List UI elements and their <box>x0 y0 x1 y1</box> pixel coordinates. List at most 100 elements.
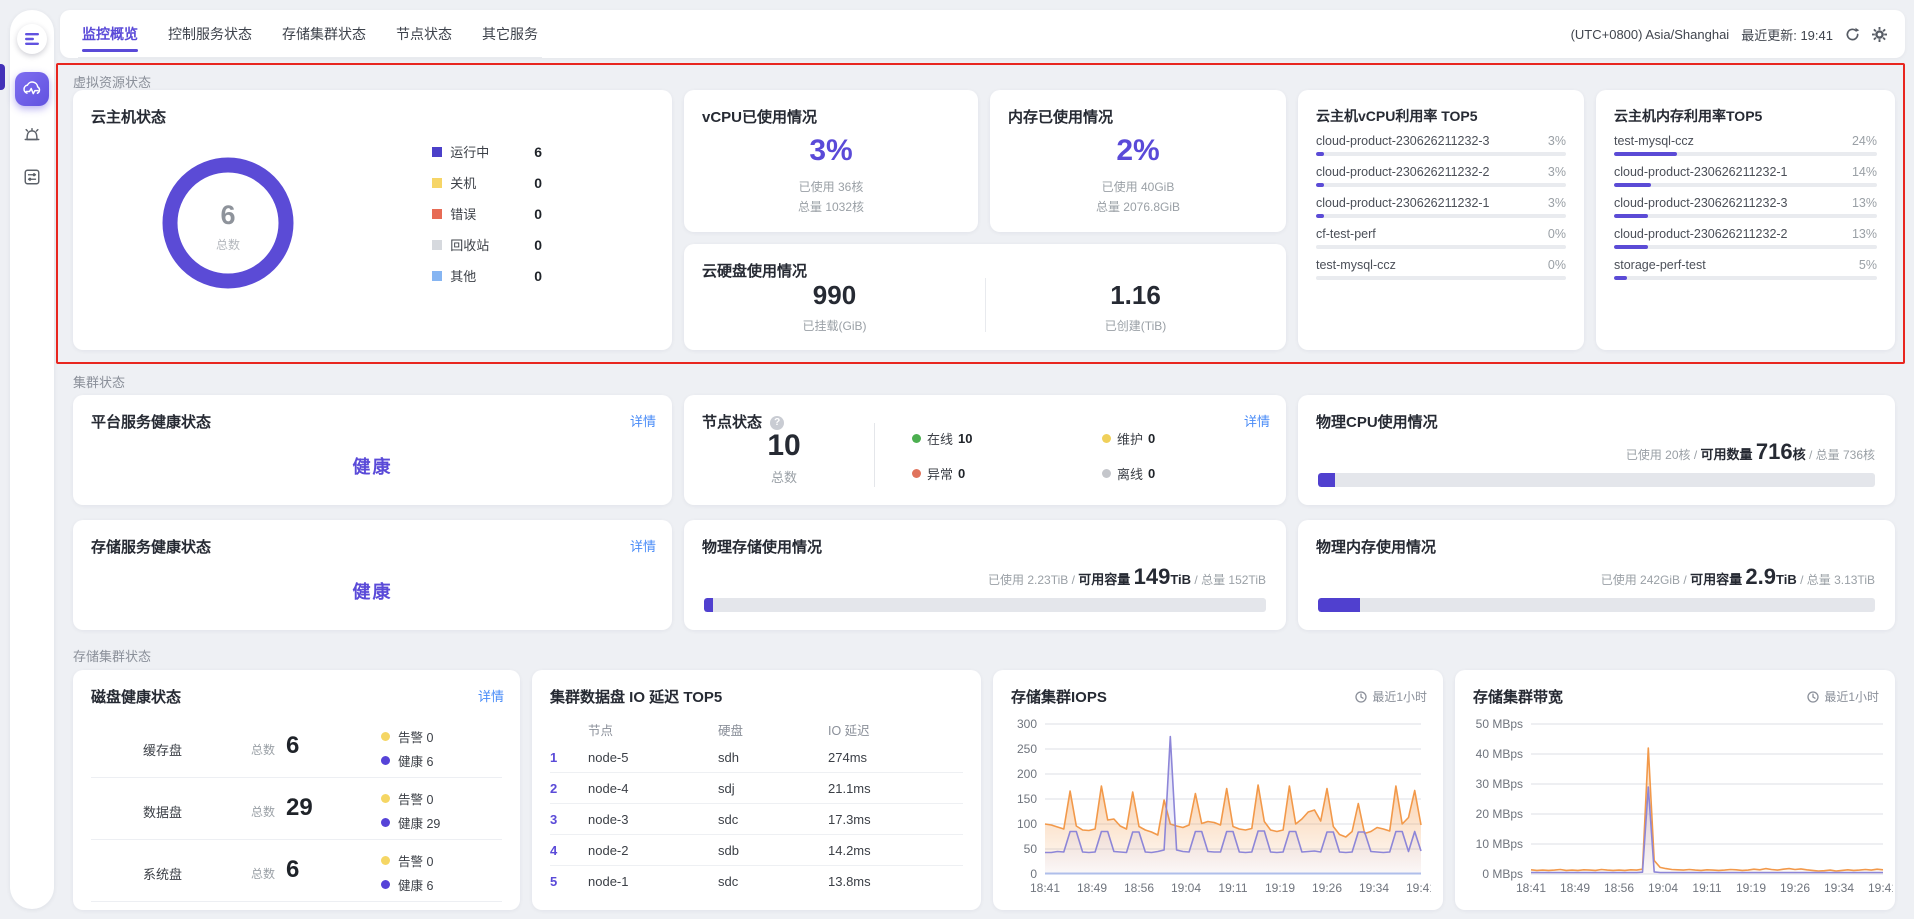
physical-memory-progress <box>1318 598 1875 612</box>
svg-text:50: 50 <box>1024 842 1038 856</box>
top5-row-line: cloud-product-230626211232-13% <box>1316 196 1566 210</box>
tab-控制服务状态[interactable]: 控制服务状态 <box>168 10 252 57</box>
disk-created-label: 已创建(TiB) <box>985 317 1286 334</box>
legend-value: 0 <box>958 466 965 481</box>
legend-label: 关机 <box>450 173 508 192</box>
io-latency-table: 节点硬盘IO 延迟1node-5sdh274ms2node-4sdj21.1ms… <box>550 716 963 897</box>
top5-bar-fill <box>1614 183 1651 187</box>
io-disk: sdh <box>718 750 828 765</box>
top5-row: cloud-product-230626211232-114% <box>1614 165 1877 187</box>
top5-row-line: cloud-product-230626211232-23% <box>1316 165 1566 179</box>
svg-text:300: 300 <box>1017 717 1037 731</box>
tab-节点状态[interactable]: 节点状态 <box>396 10 452 57</box>
io-disk: sdj <box>718 781 828 796</box>
top5-bar-track <box>1316 152 1566 156</box>
svg-text:19:26: 19:26 <box>1780 881 1810 895</box>
help-icon[interactable]: ? <box>770 416 784 430</box>
io-table-row: 2node-4sdj21.1ms <box>550 773 963 804</box>
sidebar-item-alerts[interactable] <box>15 118 49 152</box>
top5-bar-track <box>1614 152 1877 156</box>
disk-status-item: 健康 6 <box>381 748 433 772</box>
svg-text:18:49: 18:49 <box>1077 881 1107 895</box>
node-legend-item: 异常0 <box>912 464 1102 483</box>
svg-text:19:04: 19:04 <box>1648 881 1678 895</box>
platform-health-detail-link[interactable]: 详情 <box>630 411 656 430</box>
refresh-icon <box>1845 27 1860 42</box>
vcpu-usage-card: vCPU已使用情况 3% 已使用 36核 总量 1032核 <box>684 90 978 232</box>
iops-time-range: 最近1小时 <box>1355 688 1427 705</box>
vm-status-legend: 运行中6关机0错误0回收站0其他0 <box>432 136 542 291</box>
tab-存储集群状态[interactable]: 存储集群状态 <box>282 10 366 57</box>
tab-监控概览[interactable]: 监控概览 <box>82 10 138 57</box>
legend-label: 运行中 <box>450 142 508 161</box>
legend-dot <box>381 756 390 765</box>
storage-health-detail-link[interactable]: 详情 <box>630 536 656 555</box>
physical-memory-stats: 已使用 242GiB / 可用容量 2.9TiB / 总量 3.13TiB <box>1601 564 1875 590</box>
io-rank: 1 <box>550 750 588 765</box>
io-header-cell: 节点 <box>588 720 718 739</box>
top5-percent: 14% <box>1852 165 1877 179</box>
vm-legend-item: 运行中6 <box>432 136 542 167</box>
physical-storage-stats: 已使用 2.23TiB / 可用容量 149TiB / 总量 152TiB <box>988 564 1266 590</box>
disk-attached-value: 990 <box>684 280 985 311</box>
top5-bar-fill <box>1614 276 1627 280</box>
top5-row: cloud-product-230626211232-13% <box>1316 196 1566 218</box>
top5-bar-fill <box>1316 183 1324 187</box>
svg-text:19:34: 19:34 <box>1359 881 1389 895</box>
legend-dot <box>381 856 390 865</box>
memory-usage-percent: 2% <box>990 134 1286 168</box>
bandwidth-chart-title: 存储集群带宽 <box>1473 686 1563 707</box>
top5-name: cloud-product-230626211232-3 <box>1316 134 1490 148</box>
top5-row-line: test-mysql-ccz24% <box>1614 134 1877 148</box>
svg-text:250: 250 <box>1017 742 1037 756</box>
status-label: 告警 0 <box>398 851 433 870</box>
node-status-detail-link[interactable]: 详情 <box>1244 411 1270 430</box>
section-label-cluster: 集群状态 <box>73 372 125 391</box>
top5-bar-track <box>1316 276 1566 280</box>
vcpu-top5-list: cloud-product-230626211232-33%cloud-prod… <box>1316 134 1566 289</box>
physical-cpu-card: 物理CPU使用情况 已使用 20核 / 可用数量 716核 / 总量 736核 <box>1298 395 1895 505</box>
disk-health-title: 磁盘健康状态 <box>91 686 181 707</box>
top5-row: cloud-product-230626211232-2 13% <box>1614 227 1877 249</box>
settings-button[interactable] <box>1872 27 1887 42</box>
physical-memory-title: 物理内存使用情况 <box>1316 536 1436 557</box>
legend-label: 错误 <box>450 204 508 223</box>
svg-text:0 MBps: 0 MBps <box>1482 867 1523 881</box>
refresh-button[interactable] <box>1845 27 1860 42</box>
top5-row-line: test-mysql-ccz0% <box>1316 258 1566 272</box>
svg-text:0: 0 <box>1030 867 1037 881</box>
svg-text:19:04: 19:04 <box>1171 881 1201 895</box>
top5-bar-track <box>1316 245 1566 249</box>
top5-name: cloud-product-230626211232-2 <box>1614 227 1788 241</box>
disk-total-label: 总数 <box>251 865 275 882</box>
top5-percent: 13% <box>1852 227 1877 241</box>
vm-total-label: 总数 <box>153 236 303 253</box>
disk-health-row: 缓存盘总数6告警 0健康 6 <box>91 716 502 778</box>
legend-dot <box>381 732 390 741</box>
menu-icon <box>25 33 39 45</box>
io-rank: 5 <box>550 874 588 889</box>
menu-toggle-button[interactable] <box>17 24 47 54</box>
io-latency: 13.8ms <box>828 874 963 889</box>
svg-text:100: 100 <box>1017 817 1037 831</box>
disk-attached-label: 已挂载(GiB) <box>684 317 985 334</box>
top5-row-line: cloud-product-230626211232-2 13% <box>1614 227 1877 241</box>
vcpu-total: 总量 1032核 <box>684 198 978 215</box>
legend-value: 0 <box>534 237 542 253</box>
physical-cpu-progress <box>1318 473 1875 487</box>
legend-swatch <box>432 178 442 188</box>
platform-health-status: 健康 <box>73 453 672 479</box>
tab-其它服务[interactable]: 其它服务 <box>482 10 538 57</box>
sidebar-item-monitoring[interactable] <box>15 72 49 106</box>
disk-health-detail-link[interactable]: 详情 <box>478 686 504 705</box>
io-latency: 274ms <box>828 750 963 765</box>
disk-attached-block: 990 已挂载(GiB) <box>684 280 985 334</box>
legend-value: 10 <box>958 431 972 446</box>
disk-status-legend: 告警 0健康 29 <box>381 786 440 834</box>
io-header-cell: 硬盘 <box>718 720 828 739</box>
svg-text:18:49: 18:49 <box>1560 881 1590 895</box>
disk-type-label: 数据盘 <box>143 802 182 821</box>
svg-text:20 MBps: 20 MBps <box>1476 807 1523 821</box>
sidebar-item-settings[interactable] <box>15 160 49 194</box>
memory-usage-title: 内存已使用情况 <box>1008 106 1113 127</box>
